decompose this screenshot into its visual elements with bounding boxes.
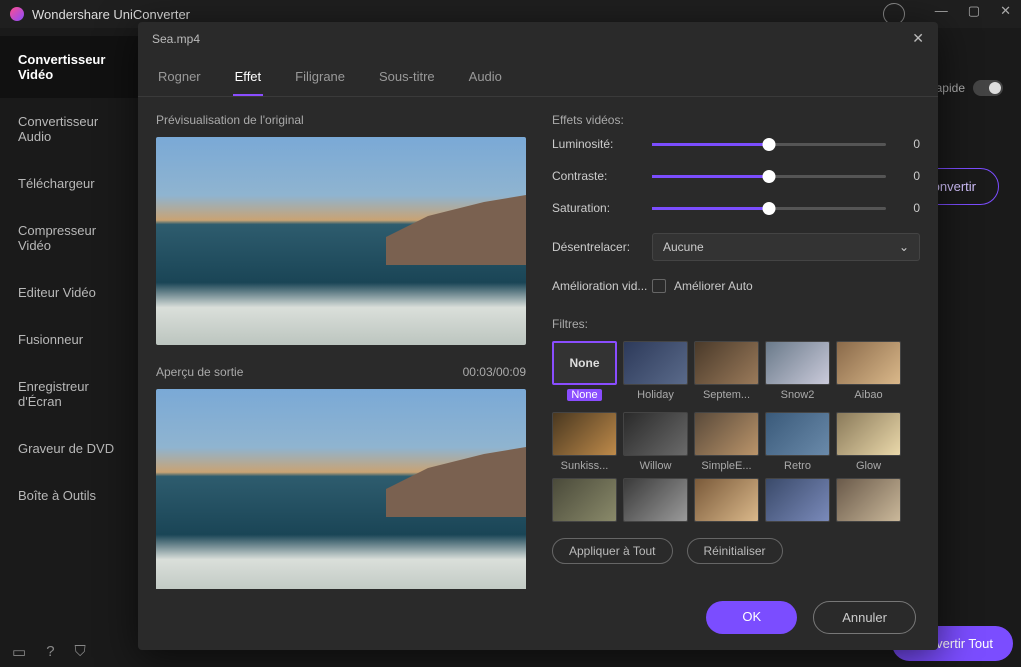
effects-section-label: Effets vidéos: <box>552 113 920 127</box>
window-maximize-icon[interactable]: ▢ <box>968 3 980 25</box>
tab-crop[interactable]: Rogner <box>156 61 203 96</box>
deinterlace-label: Désentrelacer: <box>552 240 652 254</box>
tab-watermark[interactable]: Filigrane <box>293 61 347 96</box>
contrast-value: 0 <box>900 169 920 183</box>
filter-scroll[interactable]: NoneNone Holiday Septem... Snow2 Aibao S… <box>552 341 920 526</box>
filter-snow2[interactable]: Snow2 <box>765 341 830 406</box>
filter-retro[interactable]: Retro <box>765 412 830 472</box>
help-icon[interactable]: ? <box>46 643 54 661</box>
apply-all-button[interactable]: Appliquer à Tout <box>552 538 673 564</box>
output-preview <box>156 389 526 589</box>
app-logo-icon <box>10 7 24 21</box>
fast-mode-toggle[interactable] <box>973 80 1003 96</box>
sidebar-item-toolbox[interactable]: Boîte à Outils <box>0 472 150 519</box>
filter-aibao[interactable]: Aibao <box>836 341 901 406</box>
filters-section-label: Filtres: <box>552 317 920 331</box>
saturation-slider[interactable] <box>652 207 886 210</box>
sidebar-item-screen-recorder[interactable]: Enregistreur d'Écran <box>0 363 150 425</box>
tab-effect[interactable]: Effet <box>233 61 264 96</box>
contrast-label: Contraste: <box>552 169 652 183</box>
enhance-checkbox[interactable] <box>652 279 666 293</box>
book-icon[interactable]: ▭ <box>12 643 26 661</box>
filter-none[interactable]: NoneNone <box>552 341 617 406</box>
filter-extra-2[interactable] <box>623 478 688 526</box>
sidebar-item-downloader[interactable]: Téléchargeur <box>0 160 150 207</box>
cancel-button[interactable]: Annuler <box>813 601 916 634</box>
modal-tabs: Rogner Effet Filigrane Sous-titre Audio <box>138 55 938 97</box>
reset-button[interactable]: Réinitialiser <box>687 538 783 564</box>
original-preview <box>156 137 526 345</box>
sidebar-item-video-editor[interactable]: Editeur Vidéo <box>0 269 150 316</box>
brightness-value: 0 <box>900 137 920 151</box>
filter-extra-1[interactable] <box>552 478 617 526</box>
filter-holiday[interactable]: Holiday <box>623 341 688 406</box>
tab-audio[interactable]: Audio <box>467 61 504 96</box>
filter-glow[interactable]: Glow <box>836 412 901 472</box>
sidebar: Convertisseur Vidéo Convertisseur Audio … <box>0 28 150 667</box>
sidebar-item-compressor[interactable]: Compresseur Vidéo <box>0 207 150 269</box>
sidebar-item-video-converter[interactable]: Convertisseur Vidéo <box>0 36 150 98</box>
modal-filename: Sea.mp4 <box>152 32 200 46</box>
sidebar-item-merger[interactable]: Fusionneur <box>0 316 150 363</box>
contrast-slider[interactable] <box>652 175 886 178</box>
sidebar-item-dvd-burner[interactable]: Graveur de DVD <box>0 425 150 472</box>
window-close-icon[interactable]: ✕ <box>1000 3 1011 25</box>
enhance-checkbox-label: Améliorer Auto <box>674 279 753 293</box>
chevron-down-icon: ⌄ <box>899 240 909 254</box>
brightness-slider[interactable] <box>652 143 886 146</box>
app-title: Wondershare UniConverter <box>32 7 190 22</box>
modal-close-icon[interactable]: ✕ <box>912 30 924 47</box>
saturation-label: Saturation: <box>552 201 652 215</box>
saturation-value: 0 <box>900 201 920 215</box>
ok-button[interactable]: OK <box>706 601 797 634</box>
filter-extra-4[interactable] <box>765 478 830 526</box>
deinterlace-select[interactable]: Aucune ⌄ <box>652 233 920 261</box>
filter-extra-3[interactable] <box>694 478 759 526</box>
filter-willow[interactable]: Willow <box>623 412 688 472</box>
effects-modal: Sea.mp4 ✕ Rogner Effet Filigrane Sous-ti… <box>138 22 938 650</box>
enhance-label: Amélioration vid... <box>552 279 652 293</box>
original-preview-label: Prévisualisation de l'original <box>156 113 526 127</box>
filter-september[interactable]: Septem... <box>694 341 759 406</box>
tab-subtitle[interactable]: Sous-titre <box>377 61 437 96</box>
filter-extra-5[interactable] <box>836 478 901 526</box>
output-preview-label: Aperçu de sortie <box>156 365 243 379</box>
sidebar-item-audio-converter[interactable]: Convertisseur Audio <box>0 98 150 160</box>
filter-simplee[interactable]: SimpleE... <box>694 412 759 472</box>
brightness-label: Luminosité: <box>552 137 652 151</box>
timecode: 00:03/00:09 <box>463 365 526 379</box>
filter-sunkissed[interactable]: Sunkiss... <box>552 412 617 472</box>
user-icon[interactable]: ⛉ <box>75 643 86 661</box>
